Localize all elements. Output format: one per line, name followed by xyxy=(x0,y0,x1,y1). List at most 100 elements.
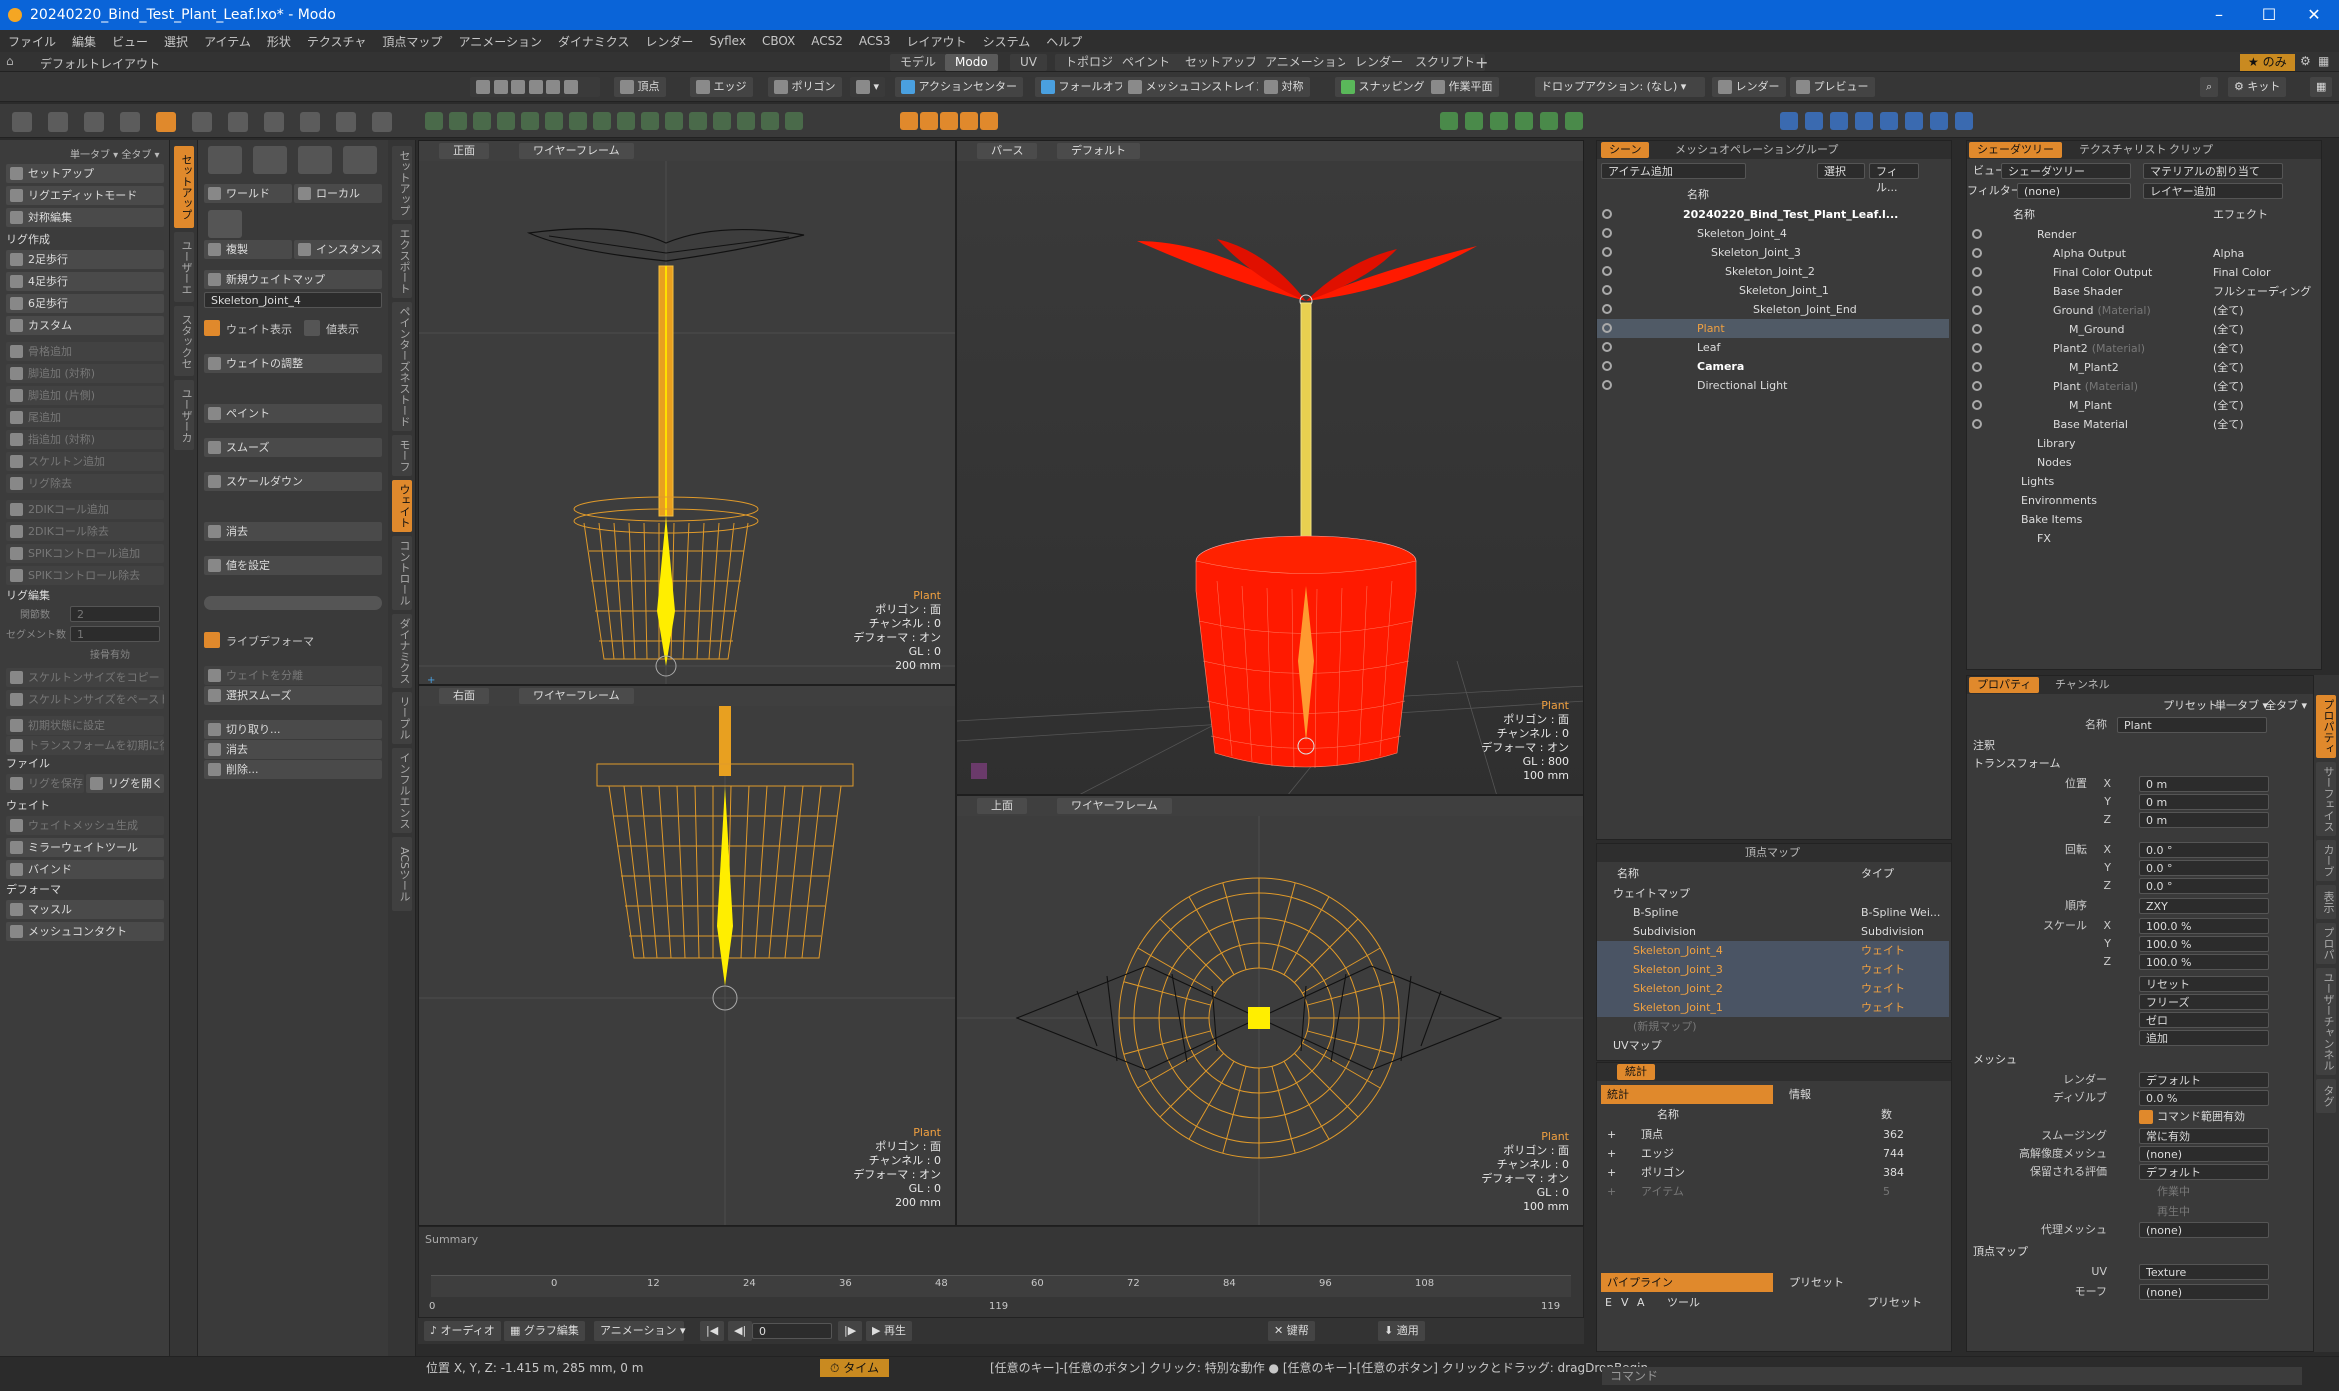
transform-section[interactable]: トランスフォーム xyxy=(1967,756,2132,772)
menu-item[interactable]: アニメーション xyxy=(450,33,550,50)
panel-tab[interactable]: クリップ xyxy=(2161,142,2221,158)
shader-effect[interactable]: (全て) xyxy=(2213,358,2244,377)
tool-button[interactable]: 指追加 (対称) xyxy=(6,430,164,449)
layout-tab[interactable]: セットアップ xyxy=(1175,54,1268,71)
tool-button[interactable]: 消去 xyxy=(204,740,382,759)
animation-select[interactable]: アニメーション ▾ xyxy=(594,1321,686,1341)
single-tab-label[interactable]: 単一タブ ▾ xyxy=(2215,696,2268,715)
menu-item[interactable]: Syflex xyxy=(701,34,754,48)
maximize-icon[interactable]: ☐ xyxy=(2244,0,2294,30)
panel-tab[interactable]: プロパティ xyxy=(1969,677,2040,693)
shader-row[interactable]: Plant2 (Material) (全て) xyxy=(1967,339,2319,358)
command-range-checkbox[interactable] xyxy=(2139,1110,2153,1124)
hires-select[interactable]: (none) xyxy=(2139,1146,2269,1162)
tool-button[interactable]: 2DIKコール除去 xyxy=(6,522,164,541)
tool-button[interactable]: リグを保存 xyxy=(6,774,84,793)
menu-item[interactable]: レンダー xyxy=(637,33,701,50)
property-field[interactable]: 0.0 ° xyxy=(2139,860,2269,876)
tool-button[interactable]: リグを開く xyxy=(86,774,164,793)
tab-mode-label[interactable]: 単一タブ ▾ 全タブ ▾ xyxy=(70,146,160,161)
vertical-tab[interactable]: セットアップ xyxy=(174,146,194,228)
stats-tab[interactable]: 統計 xyxy=(1601,1085,1773,1104)
audio-button[interactable]: ♪ オーディオ xyxy=(424,1321,501,1341)
menu-item[interactable]: システム xyxy=(975,33,1039,50)
scene-item[interactable]: Skeleton_Joint_3 xyxy=(1597,243,1949,262)
tool-icon[interactable] xyxy=(48,112,68,132)
transform-tool-icon[interactable] xyxy=(208,146,242,174)
property-field[interactable]: 100.0 % xyxy=(2139,954,2269,970)
view-tool-icon[interactable] xyxy=(737,112,755,130)
transform-tool-icon[interactable] xyxy=(253,146,287,174)
layer-add-button[interactable]: レイヤー追加 xyxy=(2143,183,2283,199)
shader-effect[interactable]: (全て) xyxy=(2213,301,2244,320)
shader-row[interactable]: Plant (Material) (全て) xyxy=(1967,377,2319,396)
vertical-tab[interactable]: エクスポート xyxy=(392,224,412,298)
play-button[interactable]: ▶ 再生 xyxy=(866,1321,912,1341)
add-tab-icon[interactable]: + xyxy=(1475,53,1488,72)
layout-icon[interactable] xyxy=(1465,112,1483,130)
info-tab[interactable]: 情報 xyxy=(1783,1085,1811,1104)
frame-field[interactable]: 0 xyxy=(752,1323,832,1339)
visibility-icon[interactable] xyxy=(1972,248,1982,258)
shader-effect[interactable]: フルシェーディング xyxy=(2213,282,2311,301)
kit-button[interactable]: ⚙ キット xyxy=(2228,77,2287,97)
scene-item[interactable]: Camera xyxy=(1597,357,1949,376)
shader-effect[interactable]: (全て) xyxy=(2213,415,2244,434)
render-button[interactable]: レンダー xyxy=(1712,77,1786,97)
section-header[interactable]: ファイル xyxy=(0,756,165,772)
tool-button[interactable]: ウェイトメッシュ生成 xyxy=(6,816,164,835)
view-tool-icon[interactable] xyxy=(593,112,611,130)
tool-button[interactable]: 値を設定 xyxy=(204,556,382,575)
stat-row[interactable]: + アイテム 5 xyxy=(1597,1182,1937,1201)
tool-button[interactable]: 削除... xyxy=(204,760,382,779)
select-button[interactable]: 選択 xyxy=(1817,163,1865,179)
snap-icon[interactable] xyxy=(960,112,978,130)
visibility-icon[interactable] xyxy=(1602,228,1612,238)
timeline[interactable]: Summary 0 12 24 36 48 60 72 84 96 108 0 119 119 xyxy=(418,1226,1584,1318)
work-plane-button[interactable]: 作業平面 xyxy=(1425,77,1499,97)
visibility-icon[interactable] xyxy=(1602,361,1612,371)
vertical-tab[interactable]: 表示 xyxy=(2316,885,2336,919)
panel-tab[interactable]: メッシュオペレーション xyxy=(1667,142,1804,158)
tool-button[interactable]: 4足歩行 xyxy=(6,272,164,291)
menu-item[interactable]: 頂点マップ xyxy=(374,33,450,50)
layout-icon[interactable] xyxy=(1565,112,1583,130)
proxy-select[interactable]: (none) xyxy=(2139,1222,2269,1238)
vertical-tab[interactable]: ユーザーエ xyxy=(174,232,194,302)
expand-icon[interactable]: + xyxy=(1607,1144,1616,1163)
snap-icon[interactable] xyxy=(920,112,938,130)
tool-button[interactable]: バインド xyxy=(6,860,164,879)
view-tool-icon[interactable] xyxy=(521,112,539,130)
tool-button[interactable]: 2DIKコール追加 xyxy=(6,500,164,519)
menu-item[interactable]: 選択 xyxy=(156,33,196,50)
vertical-tab[interactable]: プロパティ xyxy=(2316,695,2336,758)
snap-icon[interactable] xyxy=(900,112,918,130)
command-input[interactable]: コマンド xyxy=(1602,1367,2302,1385)
view-tool-icon[interactable] xyxy=(641,112,659,130)
viewport-top[interactable]: 上面 ワイヤーフレーム Plant ポリゴン : 面 チャンネル : 0 デフォ… xyxy=(956,795,1584,1226)
name-field[interactable]: Plant xyxy=(2117,717,2267,733)
menu-item[interactable]: レイアウト xyxy=(899,33,975,50)
symmetry-button[interactable]: 対称 xyxy=(1258,77,1310,97)
view-tool-icon[interactable] xyxy=(617,112,635,130)
go-start-button[interactable]: |◀ xyxy=(700,1321,725,1341)
falloff-button[interactable]: フォールオフ xyxy=(1035,77,1131,97)
preset-tab[interactable]: プリセット xyxy=(1783,1273,1844,1292)
item-icon[interactable] xyxy=(1905,112,1923,130)
preset-label[interactable]: プリセット xyxy=(2163,696,2218,715)
shader-effect[interactable]: Alpha xyxy=(2213,244,2244,263)
range-start[interactable]: 0 xyxy=(429,1301,435,1312)
vertical-tab[interactable]: セットアップ xyxy=(392,146,412,220)
menu-item[interactable]: ダイナミクス xyxy=(550,33,637,50)
menu-item[interactable]: ACS2 xyxy=(803,34,851,48)
scene-item[interactable]: Plant xyxy=(1597,319,1949,338)
stat-row[interactable]: + 頂点 362 xyxy=(1597,1125,1937,1144)
panel-tab[interactable]: グループ xyxy=(1787,142,1846,158)
search-icon[interactable]: ⌕ xyxy=(2200,77,2219,97)
key-button[interactable]: ✕ 键帮 xyxy=(1268,1321,1315,1341)
tool-button[interactable]: 対称編集 xyxy=(6,208,164,227)
viewport-right[interactable]: 右面 ワイヤーフレーム Plant ポリゴン : 面 チャンネル : 0 デフォ… xyxy=(418,685,956,1226)
scene-item[interactable]: Skeleton_Joint_2 xyxy=(1597,262,1949,281)
vertical-tab[interactable]: ACSツール xyxy=(392,837,412,911)
pipeline-tab[interactable]: パイプライン xyxy=(1601,1273,1773,1292)
